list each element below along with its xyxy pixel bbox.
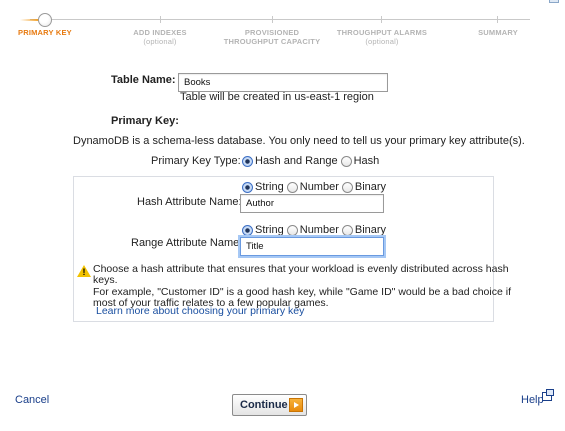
range-string-label[interactable]: String: [255, 224, 284, 236]
hash-radio[interactable]: [340, 155, 352, 167]
table-name-label: Table Name:: [111, 74, 176, 86]
hash-label[interactable]: Hash: [354, 155, 380, 167]
range-binary-label[interactable]: Binary: [355, 224, 386, 236]
wizard-step-add-indexes: ADD INDEXES (optional): [133, 28, 187, 46]
hash-number-label[interactable]: Number: [300, 181, 339, 193]
continue-button[interactable]: Continue: [232, 394, 307, 416]
table-region-note: Table will be created in us-east-1 regio…: [180, 91, 374, 103]
wizard-tick: [160, 16, 161, 23]
range-attribute-label: Range Attribute Name:: [131, 237, 243, 249]
wizard-step-throughput-alarms: THROUGHPUT ALARMS (optional): [336, 28, 428, 46]
wizard-track: [30, 19, 530, 20]
table-name-input[interactable]: [178, 73, 388, 92]
help-link[interactable]: Help: [521, 394, 544, 406]
range-number-radio[interactable]: [286, 224, 298, 236]
hash-string-label[interactable]: String: [255, 181, 284, 193]
range-attribute-input[interactable]: [240, 237, 384, 256]
warning-line-1: Choose a hash attribute that ensures tha…: [93, 263, 509, 275]
continue-label: Continue: [240, 399, 288, 411]
wizard-trail: [20, 19, 40, 21]
primary-key-heading: Primary Key:: [111, 115, 179, 127]
arrow-right-icon: [289, 398, 303, 412]
hash-binary-radio[interactable]: [341, 181, 353, 193]
hash-string-radio[interactable]: [242, 181, 253, 193]
range-binary-radio[interactable]: [341, 224, 353, 236]
wizard-tick: [381, 16, 382, 23]
wizard-step-summary: SUMMARY: [478, 28, 518, 37]
primary-key-type-label: Primary Key Type:: [151, 155, 241, 167]
wizard-current-step-icon: [38, 13, 52, 27]
window-corner-icon[interactable]: [549, 0, 559, 3]
hash-and-range-radio[interactable]: [242, 155, 253, 167]
wizard-step-primary-key: PRIMARY KEY: [18, 28, 72, 37]
hash-attribute-label: Hash Attribute Name:: [137, 196, 242, 208]
warning-icon-mark: !: [82, 267, 86, 277]
hash-attribute-type-group: String Number Binary: [242, 181, 389, 193]
primary-key-description: DynamoDB is a schema-less database. You …: [73, 135, 525, 147]
learn-more-primary-key-link[interactable]: Learn more about choosing your primary k…: [96, 306, 304, 317]
hash-number-radio[interactable]: [286, 181, 298, 193]
wizard-tick: [497, 16, 498, 23]
wizard-tick: [272, 16, 273, 23]
wizard-step-provisioned-throughput: PROVISIONED THROUGHPUT CAPACITY: [223, 28, 321, 46]
warning-line-2: keys.: [93, 274, 118, 286]
cancel-link[interactable]: Cancel: [15, 394, 49, 406]
range-string-radio[interactable]: [242, 224, 253, 236]
primary-key-type-group: Hash and Range Hash: [242, 155, 382, 167]
range-number-label[interactable]: Number: [300, 224, 339, 236]
hash-binary-label[interactable]: Binary: [355, 181, 386, 193]
hash-attribute-input[interactable]: [240, 194, 384, 213]
hash-and-range-label[interactable]: Hash and Range: [255, 155, 338, 167]
external-window-icon[interactable]: [542, 389, 554, 401]
range-attribute-type-group: String Number Binary: [242, 224, 389, 236]
